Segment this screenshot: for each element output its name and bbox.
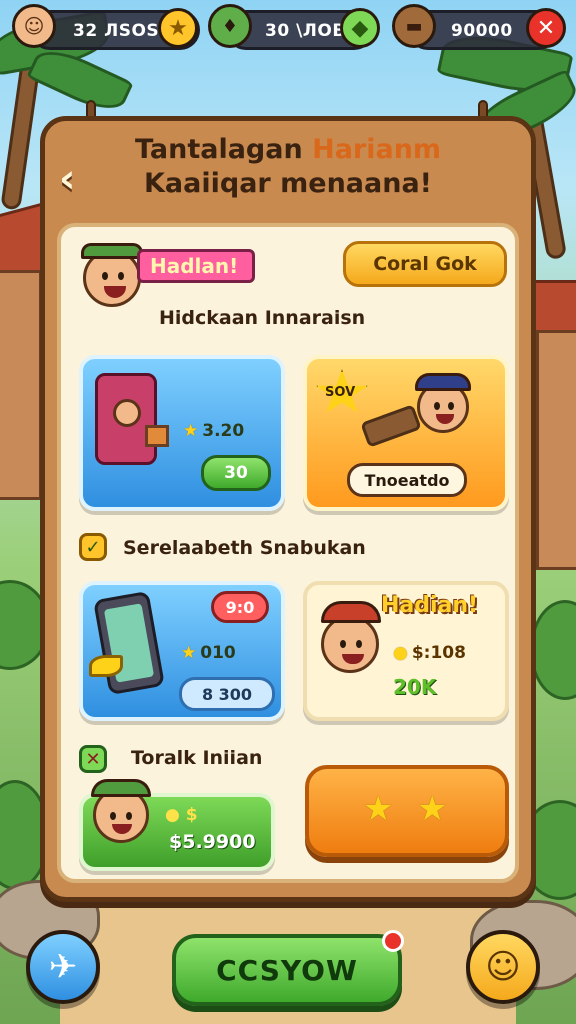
board-title: Tantalagan Harianm Kaaiiqar menaana!: [45, 133, 531, 201]
board-inner-panel: Hadlan! Coral Gok Hidckaan Innaraisn ★ 3…: [57, 223, 519, 883]
bonus-value: 20K: [393, 675, 437, 699]
reward-title: Hadian!: [381, 593, 479, 618]
house-left: [0, 270, 42, 500]
task-label: Tnoeatdo: [347, 463, 467, 497]
task-card-blue[interactable]: ★ 3.20 30: [79, 355, 285, 511]
task-card-orange[interactable]: SOV Tnoeatdo: [303, 355, 509, 511]
task-reward-stat: ★ 010: [181, 643, 236, 663]
star-badge-label: SOV: [325, 385, 356, 400]
task-reward-value: $5.9900: [169, 831, 256, 853]
section-title: Toralk Iniian: [131, 747, 263, 769]
board-title-part1: Tantalagan: [134, 134, 313, 165]
task-reward-value: $:108: [411, 643, 466, 663]
star-icon: ★: [363, 789, 394, 829]
task-reward-value: 010: [200, 643, 236, 663]
phone-icon: [93, 590, 165, 696]
section-title: Serelaabeth Snabukan: [123, 537, 366, 559]
character-hat: [321, 601, 381, 623]
coin-icon: ● $: [165, 805, 198, 825]
character-cap: [91, 779, 151, 797]
check-icon: ✓: [79, 533, 107, 561]
notification-dot: [382, 930, 404, 952]
task-reward-stat: ● $:108: [393, 643, 466, 663]
coin-icon: ●: [393, 643, 408, 663]
character-face-icon: [321, 615, 379, 673]
close-icon[interactable]: ✕: [526, 8, 566, 48]
top-resource-bar: 32 ЛSOSiн ☺ ★ 30 \ЛOB ♦ ◆ 90000 ▬ ✕: [8, 4, 568, 52]
coral-gok-button[interactable]: Coral Gok: [343, 241, 507, 287]
reward-ribbon: Hadlan!: [137, 249, 256, 283]
avatar-hat: [81, 243, 143, 259]
plane-icon[interactable]: ✈: [26, 930, 100, 1004]
star-rating-button[interactable]: ★ ★: [305, 765, 509, 857]
star-icon[interactable]: ★: [158, 8, 198, 48]
cross-icon: ✕: [79, 745, 107, 773]
resource-wood-value: 90000: [451, 21, 513, 41]
box-icon: [145, 425, 169, 447]
star-icon: ★: [181, 643, 197, 663]
task-reward-stat: ★ 3.20: [183, 421, 244, 441]
wood-icon: ▬: [392, 4, 436, 48]
banana-icon: [89, 655, 123, 677]
chat-icon[interactable]: ☺: [466, 930, 540, 1004]
star-icon: ★: [417, 789, 448, 829]
player-avatar[interactable]: ☺: [12, 4, 56, 48]
gem-icon[interactable]: ◆: [340, 8, 380, 48]
resource-gems-value: 30 \ЛOB: [265, 21, 346, 41]
timer-badge: 9:0: [211, 591, 269, 623]
price-button[interactable]: 8 300: [179, 677, 275, 711]
house-right: [536, 330, 576, 570]
daily-task-board: ‹ Tantalagan Harianm Kaaiiqar menaana! H…: [40, 116, 536, 902]
character-icon: ♦: [208, 4, 252, 48]
bush: [530, 600, 576, 700]
main-action-button[interactable]: CCSYOW: [172, 930, 404, 1006]
task-card-reward[interactable]: Hadian! ● $:108 20K: [303, 581, 509, 721]
main-action-label: CCSYOW: [216, 953, 358, 987]
header-subtitle: Hidckaan Innaraisn: [159, 307, 366, 329]
board-title-line2: Kaaiiqar menaana!: [144, 168, 432, 199]
character-face-icon: [113, 399, 141, 427]
task-reward-value: 3.20: [202, 421, 245, 441]
character-hat: [415, 373, 471, 391]
task-card-phone[interactable]: 9:0 ★ 010 8 300: [79, 581, 285, 721]
star-icon: ★: [183, 421, 199, 441]
hammer-icon: [360, 404, 422, 448]
claim-button[interactable]: 30: [201, 455, 271, 491]
board-title-highlight: Harianm: [312, 134, 442, 165]
